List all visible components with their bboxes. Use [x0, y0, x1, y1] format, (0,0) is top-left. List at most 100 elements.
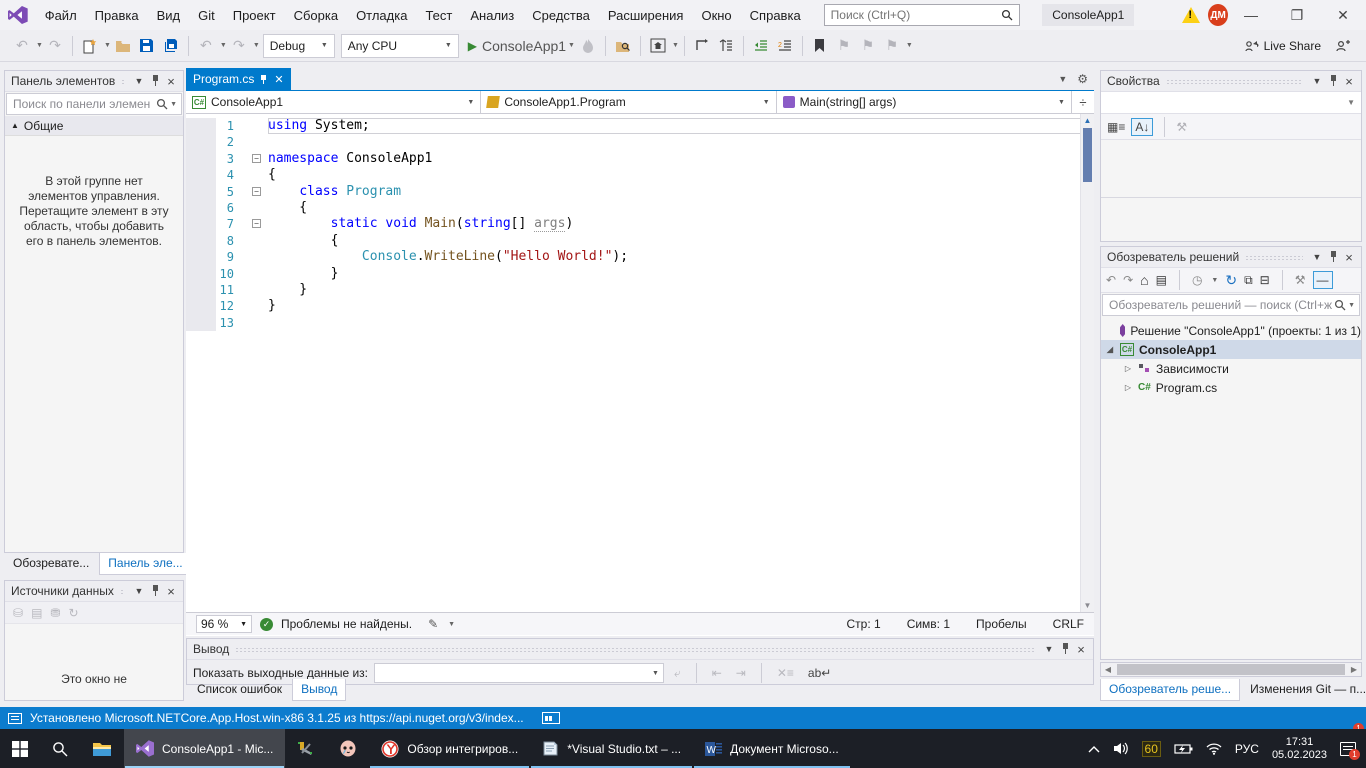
preview-selected-items-icon[interactable]: — [1313, 271, 1333, 289]
find-in-files-icon[interactable] [612, 34, 634, 58]
menu-item-Git[interactable]: Git [189, 0, 224, 30]
close-icon[interactable]: × [163, 74, 179, 89]
zoom-dropdown[interactable]: 96 %▼ [196, 615, 252, 633]
clock[interactable]: 17:31 05.02.2023 [1272, 736, 1327, 762]
tree-item-Зависимости[interactable]: ▷Зависимости [1101, 359, 1361, 378]
iis-express-caret-icon[interactable]: ▼ [672, 42, 679, 49]
menu-item-Правка[interactable]: Правка [86, 0, 148, 30]
start-debugging-button[interactable]: ▶ConsoleApp1▼ [468, 34, 575, 58]
window-position-icon[interactable]: ▼ [1041, 644, 1057, 654]
tree-item-Program.cs[interactable]: ▷C#Program.cs [1101, 378, 1361, 397]
collapse-region-icon[interactable]: − [252, 154, 261, 163]
search-options-caret-icon[interactable]: ▼ [1348, 302, 1355, 309]
menu-item-Тест[interactable]: Тест [416, 0, 461, 30]
menu-item-Вид[interactable]: Вид [148, 0, 190, 30]
code-cleanup-pen-icon[interactable]: ✎ [428, 617, 438, 631]
taskbar-button-Документ Microso...[interactable]: WДокумент Microso... [693, 729, 851, 768]
clear-bookmarks-icon[interactable]: ⚑ [881, 34, 903, 58]
code-line[interactable]: 4{ [186, 167, 1094, 183]
toolbox-search-box[interactable]: Поиск по панели элемен ▼ [6, 93, 182, 115]
property-pages-wrench-icon[interactable]: ⚒ [1176, 120, 1187, 134]
switch-views-icon[interactable]: ▤ [1156, 273, 1167, 287]
tree-expander-icon[interactable]: ▷ [1123, 383, 1133, 392]
file-explorer-button[interactable] [80, 729, 124, 768]
pin-tab-icon[interactable] [261, 74, 267, 84]
solution-config-dropdown[interactable]: Debug▼ [263, 34, 335, 58]
start-button[interactable] [0, 729, 40, 768]
close-icon[interactable]: × [163, 584, 179, 599]
add-user-icon[interactable] [1335, 39, 1350, 53]
code-line[interactable]: 3−namespace ConsoleApp1 [186, 151, 1094, 167]
navigate-forward-icon[interactable]: ↷ [44, 34, 66, 58]
iis-express-icon[interactable] [647, 34, 669, 58]
window-position-icon[interactable]: ▼ [131, 76, 147, 86]
menu-item-Расширения[interactable]: Расширения [599, 0, 693, 30]
live-share-button[interactable]: Live Share [1244, 39, 1321, 53]
configure-data-source-icon[interactable]: ⛃ [50, 606, 60, 620]
type-dropdown[interactable]: ConsoleApp1.Program▼ [481, 91, 776, 113]
battery-charging-icon[interactable] [1174, 743, 1193, 755]
code-line[interactable]: 10 } [186, 266, 1094, 282]
split-window-button[interactable]: ÷ [1072, 91, 1094, 113]
nest-files-icon[interactable]: ⧉ [1244, 273, 1253, 288]
solution-platform-dropdown[interactable]: Any CPU▼ [341, 34, 459, 58]
edit-data-source-icon[interactable]: ▤ [31, 606, 42, 620]
code-line[interactable]: 2 [186, 134, 1094, 150]
undo-icon[interactable]: ↶ [195, 34, 217, 58]
clear-all-icon[interactable]: ✕≡ [773, 666, 798, 680]
new-project-caret-icon[interactable]: ▼ [104, 42, 111, 49]
wifi-icon[interactable] [1206, 743, 1222, 755]
save-all-icon[interactable] [160, 34, 182, 58]
code-line[interactable]: 9 Console.WriteLine("Hello World!"); [186, 249, 1094, 265]
fold-margin[interactable]: − [250, 216, 268, 232]
menu-item-Средства[interactable]: Средства [523, 0, 599, 30]
fold-margin[interactable]: − [250, 151, 268, 167]
data-sources-titlebar[interactable]: Источники данных ▼ × [5, 581, 183, 602]
tab-Список ошибок[interactable]: Список ошибок [188, 678, 291, 701]
tab-Обозреватель реше...[interactable]: Обозреватель реше... [1100, 679, 1240, 701]
format-document-icon[interactable] [715, 34, 737, 58]
toolbar-overflow-icon[interactable]: ▼ [906, 42, 913, 49]
window-position-icon[interactable]: ▼ [1309, 252, 1325, 262]
tab-Вывод[interactable]: Вывод [292, 679, 346, 701]
indentation-mode-indicator[interactable]: Пробелы [976, 617, 1027, 631]
collapse-region-icon[interactable]: − [252, 219, 261, 228]
goto-message-icon[interactable]: ⤶ [670, 666, 685, 681]
menu-item-Сборка[interactable]: Сборка [285, 0, 348, 30]
taskbar-button-Обзор интегриров...[interactable]: Обзор интегриров... [369, 729, 530, 768]
word-wrap-icon[interactable]: ab↵ [804, 666, 835, 680]
search-options-caret-icon[interactable]: ▼ [170, 101, 177, 108]
tab-Изменения Git — п...[interactable]: Изменения Git — п... [1241, 678, 1366, 701]
redo-caret-icon[interactable]: ▼ [253, 42, 260, 49]
tab-list-caret-icon[interactable]: ▼ [1058, 74, 1067, 84]
keyboard-language-indicator[interactable]: РУС [1235, 742, 1259, 756]
navigate-back-caret-icon[interactable]: ▼ [36, 42, 43, 49]
pin-icon[interactable] [147, 75, 163, 88]
back-icon[interactable]: ↶ [1106, 273, 1116, 287]
solution-horizontal-scrollbar[interactable]: ◀ ▶ [1100, 662, 1362, 677]
taskbar-button-*Visual Studio.txt – ...[interactable]: *Visual Studio.txt – ... [530, 729, 693, 768]
output-titlebar[interactable]: Вывод ▼ × [187, 639, 1093, 660]
properties-titlebar[interactable]: Свойства ▼ × [1101, 71, 1361, 92]
toolbox-group-header[interactable]: ▲ Общие [5, 116, 183, 136]
code-line[interactable]: 5− class Program [186, 184, 1094, 200]
previous-message-icon[interactable]: ⇤ [708, 666, 726, 680]
next-bookmark-icon[interactable]: ⚑ [857, 34, 879, 58]
close-tab-icon[interactable]: ✕ [274, 73, 283, 86]
quick-search-input[interactable] [831, 8, 1002, 22]
taskbar-button-ConsoleApp1 - Mic...[interactable]: ConsoleApp1 - Mic... [124, 729, 285, 768]
code-cleanup-caret-icon[interactable]: ▼ [448, 621, 455, 628]
warning-icon[interactable] [1182, 7, 1200, 23]
health-check-icon[interactable]: ✓ [260, 618, 273, 631]
properties-wrench-icon[interactable]: ⚒ [1295, 273, 1306, 287]
tree-item-Решение "ConsoleApp1" (проекты: 1 из 1)[interactable]: Решение "ConsoleApp1" (проекты: 1 из 1) [1101, 321, 1361, 340]
redo-icon[interactable]: ↷ [228, 34, 250, 58]
next-message-icon[interactable]: ⇥ [732, 666, 750, 680]
menu-item-Справка[interactable]: Справка [741, 0, 810, 30]
solution-search-box[interactable]: Обозреватель решений — поиск (Ctrl+ж ▼ [1102, 294, 1360, 316]
previous-bookmark-icon[interactable]: ⚑ [833, 34, 855, 58]
tree-expander-icon[interactable]: ▷ [1123, 364, 1133, 373]
tree-item-ConsoleApp1[interactable]: ◢C#ConsoleApp1 [1101, 340, 1361, 359]
filter-caret-icon[interactable]: ▼ [1211, 277, 1218, 284]
code-line[interactable]: 1using System; [186, 118, 1094, 134]
